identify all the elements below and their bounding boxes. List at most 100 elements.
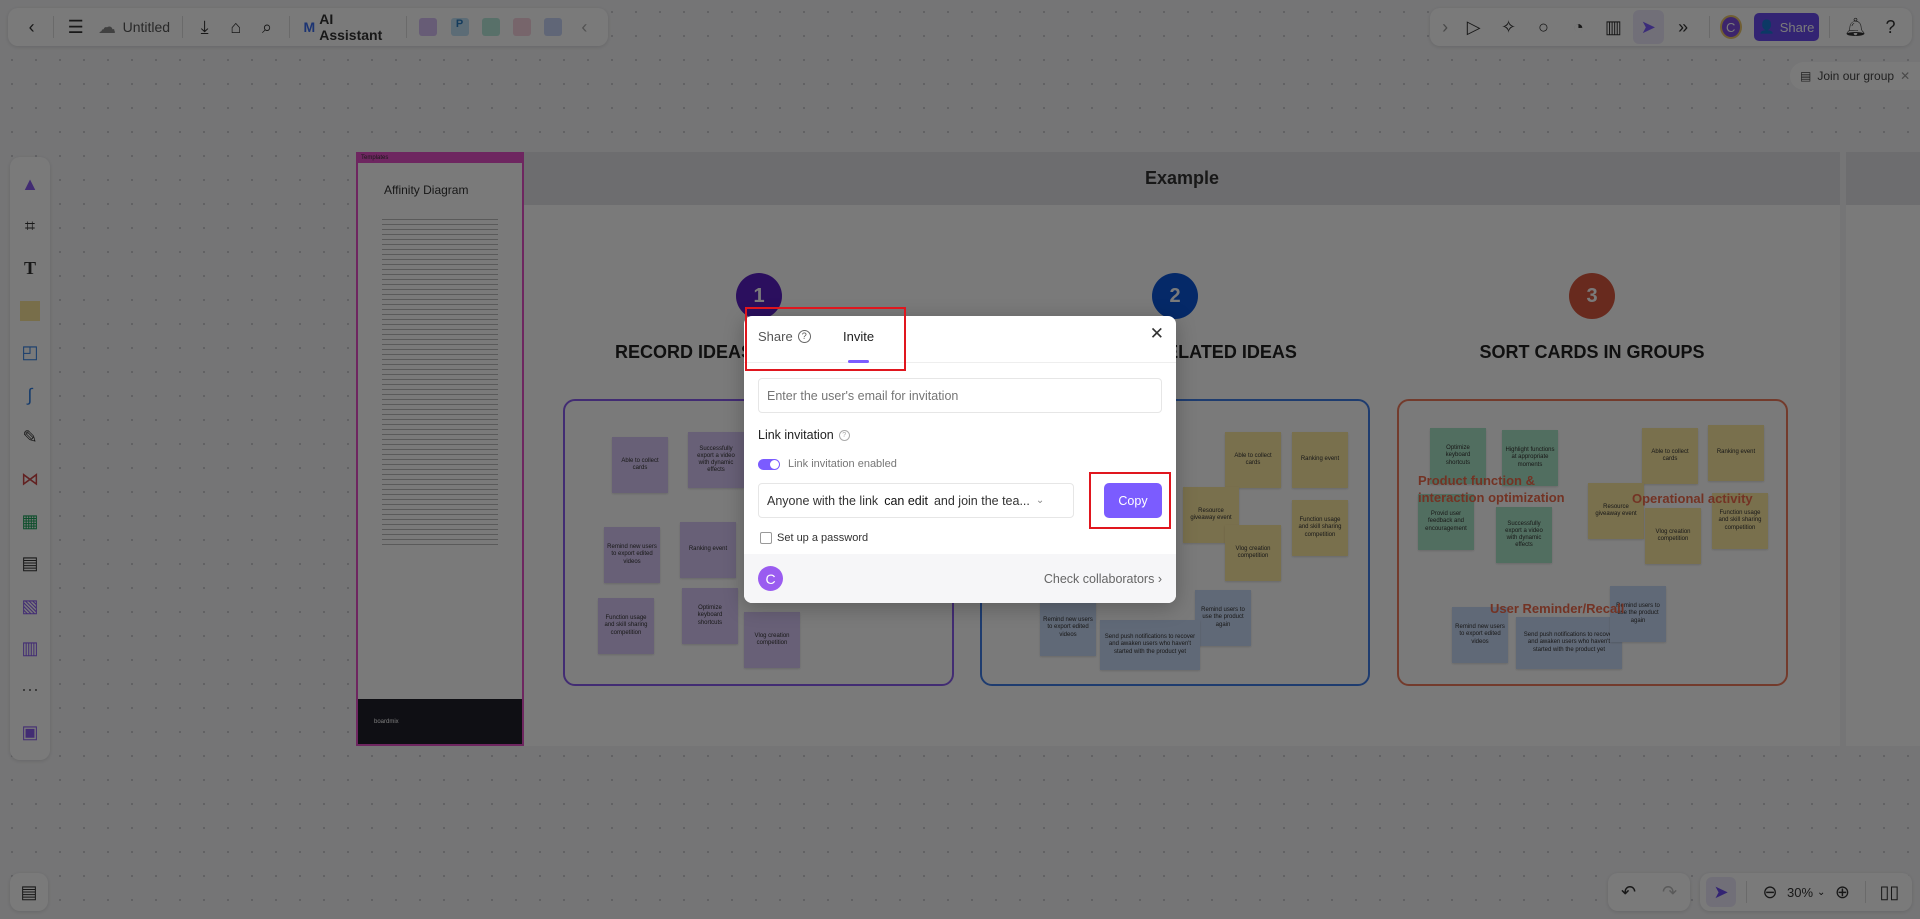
present-play-icon[interactable]: ▷ bbox=[1458, 10, 1489, 44]
sticky-note[interactable]: Vlog creation competition bbox=[744, 612, 800, 668]
undo-redo-bar: ↶ ↷ bbox=[1608, 873, 1690, 911]
sticky-note[interactable]: Remind new users to export edited videos bbox=[1040, 600, 1096, 656]
join-group-banner[interactable]: ▤ Join our group ✕ bbox=[1790, 62, 1920, 90]
zoom-bar: ➤ ⊖ 30% ⌄ ⊕ ▯▯ bbox=[1700, 873, 1912, 911]
undo-icon[interactable]: ↶ bbox=[1612, 875, 1646, 909]
menu-icon[interactable]: ☰ bbox=[60, 10, 91, 44]
pen-icon[interactable]: ✎ bbox=[13, 420, 47, 454]
template-title: Affinity Diagram bbox=[384, 183, 469, 197]
redo-icon[interactable]: ↷ bbox=[1653, 875, 1687, 909]
tag-icon[interactable]: ⌂ bbox=[220, 10, 251, 44]
template-tag: Templates bbox=[358, 154, 522, 163]
zoom-dropdown-icon[interactable]: ⌄ bbox=[1817, 887, 1825, 898]
sticky-note[interactable]: Function usage and skill sharing competi… bbox=[598, 598, 654, 654]
text-icon[interactable]: T bbox=[13, 252, 47, 286]
back-icon[interactable]: ‹ bbox=[16, 10, 47, 44]
collaborator-avatar[interactable]: C bbox=[758, 566, 783, 591]
minimap-icon[interactable]: ▯▯ bbox=[1876, 875, 1902, 909]
sticky-note[interactable]: Successfully export a video with dynamic… bbox=[1496, 507, 1552, 563]
sticky-note[interactable]: Function usage and skill sharing competi… bbox=[1292, 500, 1348, 556]
permission-select[interactable]: Anyone with the link can edit and join t… bbox=[758, 483, 1074, 518]
zoom-level[interactable]: 30% bbox=[1787, 885, 1813, 900]
image-generator-icon[interactable] bbox=[413, 10, 444, 44]
dialog-footer: C Check collaborators › bbox=[744, 554, 1176, 603]
flowchart-icon[interactable] bbox=[506, 10, 537, 44]
divider bbox=[53, 16, 55, 38]
frame-icon[interactable]: ⌗ bbox=[13, 209, 47, 243]
sticky-note[interactable]: Remind new users to export edited videos bbox=[604, 527, 660, 583]
templates-icon[interactable]: ▲ bbox=[13, 167, 47, 201]
close-icon[interactable]: ✕ bbox=[1900, 69, 1910, 83]
check-collaborators-label: Check collaborators bbox=[1043, 571, 1155, 586]
sticky-note[interactable]: Ranking event bbox=[1292, 432, 1348, 488]
table-icon[interactable]: ▦ bbox=[13, 505, 47, 539]
sticky-note-icon[interactable] bbox=[13, 294, 47, 328]
select-cursor-icon[interactable]: ➤ bbox=[1706, 877, 1736, 907]
collapse-chevron-icon[interactable]: ‹ bbox=[569, 10, 600, 44]
step-number-badge: 3 bbox=[1569, 273, 1615, 319]
invite-email-input[interactable] bbox=[758, 378, 1162, 413]
mindmap-tool-icon[interactable]: ⋈ bbox=[13, 463, 47, 497]
shapes-icon[interactable]: ◰ bbox=[13, 336, 47, 370]
permission-prefix: Anyone with the link bbox=[767, 493, 879, 508]
step-number-badge: 2 bbox=[1152, 273, 1198, 319]
sticky-note[interactable]: Vlog creation competition bbox=[1225, 525, 1281, 581]
expand-chevron-icon[interactable]: › bbox=[1436, 10, 1454, 44]
template-panel[interactable]: Templates Affinity Diagram boardmix bbox=[356, 152, 524, 746]
ai-assistant-button[interactable]: M AI Assistant bbox=[296, 11, 400, 43]
connector-icon[interactable]: ∫ bbox=[13, 378, 47, 412]
more-chevrons-icon[interactable]: » bbox=[1668, 10, 1699, 44]
password-checkbox[interactable] bbox=[760, 532, 772, 544]
divider bbox=[1708, 16, 1710, 38]
outline-panel-icon[interactable]: ▤ bbox=[12, 875, 46, 909]
text-card-icon[interactable]: ▤ bbox=[13, 547, 47, 581]
sticky-note[interactable]: Able to collect cards bbox=[612, 437, 668, 493]
sticky-note[interactable]: Ranking event bbox=[1708, 425, 1764, 481]
sticky-note[interactable]: Send push notifications to recover and a… bbox=[1100, 620, 1200, 670]
help-icon[interactable]: ? bbox=[1875, 10, 1906, 44]
apps-box-icon[interactable]: ▣ bbox=[13, 716, 47, 750]
kanban-icon[interactable]: ▥ bbox=[13, 631, 47, 665]
bell-icon[interactable]: 🔔︎ bbox=[1840, 10, 1871, 44]
check-collaborators-link[interactable]: Check collaborators › bbox=[1044, 572, 1162, 586]
group-label: User Reminder/Recall bbox=[1490, 601, 1625, 616]
chevron-down-icon: ⌄ bbox=[1035, 495, 1045, 506]
password-checkbox-row[interactable]: Set up a password bbox=[760, 532, 868, 544]
comment-icon[interactable]: ○ bbox=[1528, 10, 1559, 44]
join-group-label: Join our group bbox=[1817, 69, 1895, 83]
mindmap-icon[interactable] bbox=[475, 10, 506, 44]
next-board[interactable] bbox=[1846, 152, 1920, 746]
sticky-note[interactable]: Able to collect cards bbox=[1225, 432, 1281, 488]
sticky-note[interactable]: Ranking event bbox=[680, 522, 736, 578]
template-footer: boardmix bbox=[358, 699, 522, 744]
download-icon[interactable]: ⤓ bbox=[189, 10, 220, 44]
chat-app-icon[interactable] bbox=[538, 10, 569, 44]
sticky-note[interactable]: Vlog creation competition bbox=[1645, 508, 1701, 564]
timer-icon[interactable]: ◔ bbox=[1563, 10, 1594, 44]
zoom-in-icon[interactable]: ⊕ bbox=[1829, 875, 1855, 909]
celebrate-icon[interactable]: ✧ bbox=[1493, 10, 1524, 44]
search-icon[interactable]: ⌕ bbox=[251, 10, 282, 44]
presentation-p-icon[interactable]: P bbox=[444, 10, 475, 44]
sticky-note[interactable]: Successfully export a video with dynamic… bbox=[688, 432, 744, 488]
sticky-note[interactable]: Remind users to use the product again bbox=[1195, 590, 1251, 646]
password-label: Set up a password bbox=[777, 532, 869, 544]
divider bbox=[1865, 881, 1867, 903]
sticky-note[interactable]: Optimize keyboard shortcuts bbox=[682, 588, 738, 644]
help-circle-icon[interactable]: ? bbox=[838, 429, 850, 441]
sticky-note[interactable]: Send push notifications to recover and a… bbox=[1516, 617, 1622, 669]
card-icon[interactable]: ▧ bbox=[13, 589, 47, 623]
vote-chart-icon[interactable]: ▥ bbox=[1598, 10, 1629, 44]
link-invitation-toggle[interactable]: Link invitation enabled bbox=[758, 458, 897, 470]
close-icon[interactable]: ✕ bbox=[1150, 324, 1164, 344]
permission-role[interactable]: can edit bbox=[884, 494, 928, 508]
follow-cursor-icon[interactable]: ➤ bbox=[1632, 10, 1664, 44]
zoom-out-icon[interactable]: ⊖ bbox=[1757, 875, 1783, 909]
document-title[interactable]: Untitled bbox=[123, 19, 170, 35]
user-avatar[interactable]: C bbox=[1719, 15, 1742, 39]
more-dots-icon[interactable]: ⋯ bbox=[13, 674, 47, 708]
sticky-note[interactable]: Able to collect cards bbox=[1642, 428, 1698, 484]
toggle-switch[interactable] bbox=[758, 458, 780, 470]
divider bbox=[405, 16, 407, 38]
share-button[interactable]: 👤 Share bbox=[1753, 13, 1820, 41]
